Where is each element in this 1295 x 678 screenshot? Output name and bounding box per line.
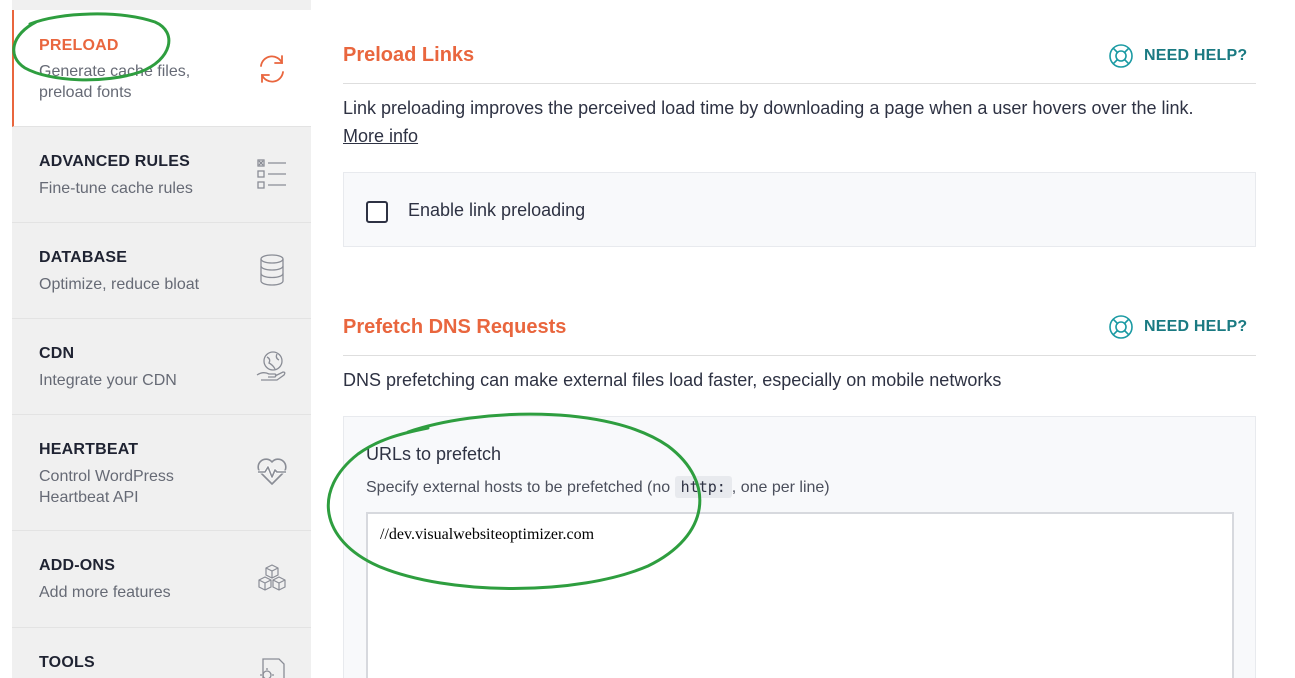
sidebar-item-subtitle: Add more features: [39, 584, 171, 601]
sidebar-item-title: CDN: [39, 345, 75, 362]
need-help-label: NEED HELP?: [1144, 47, 1248, 64]
urls-to-prefetch-label: URLs to prefetch: [366, 444, 502, 464]
sidebar-item-title: ADD-ONS: [39, 557, 116, 574]
sidebar-item-subtitle: Generate cache files, preload fonts: [39, 63, 191, 101]
enable-link-preloading-checkbox[interactable]: [366, 201, 388, 223]
more-info-link[interactable]: More info: [343, 126, 418, 146]
urls-to-prefetch-hint: Specify external hosts to be prefetched …: [366, 476, 830, 498]
sidebar-item-database[interactable]: DATABASE Optimize, reduce bloat: [12, 223, 311, 319]
database-icon: [255, 253, 289, 287]
sidebar: PRELOAD Generate cache files, preload fo…: [0, 0, 311, 678]
need-help-button-prefetch-dns[interactable]: NEED HELP?: [1108, 314, 1247, 340]
lifebuoy-icon: [1109, 315, 1133, 339]
sidebar-item-title: DATABASE: [39, 249, 128, 266]
sidebar-item-title: ADVANCED RULES: [39, 153, 190, 170]
sidebar-item-preload[interactable]: PRELOAD Generate cache files, preload fo…: [12, 10, 311, 127]
section-divider: [343, 355, 1256, 356]
preload-links-description: Link preloading improves the perceived l…: [343, 98, 1194, 118]
section-title-prefetch-dns: Prefetch DNS Requests: [343, 316, 567, 338]
sidebar-item-add-ons[interactable]: ADD-ONS Add more features: [12, 531, 311, 628]
section-description: Link preloading improves the perceived l…: [343, 94, 1243, 150]
enable-link-preloading-label[interactable]: Enable link preloading: [408, 200, 585, 221]
sidebar-item-title: HEARTBEAT: [39, 441, 139, 458]
sidebar-item-title: TOOLS: [39, 654, 95, 671]
section-title-preload-links: Preload Links: [343, 44, 475, 66]
sidebar-item-advanced-rules[interactable]: ADVANCED RULES Fine-tune cache rules: [12, 127, 311, 223]
sidebar-item-subtitle: Optimize, reduce bloat: [39, 276, 200, 293]
cubes-icon: [255, 562, 289, 596]
enable-link-preloading-box: Enable link preloading: [343, 172, 1256, 247]
sidebar-item-subtitle: Integrate your CDN: [39, 372, 177, 389]
sidebar-item-cdn[interactable]: CDN Integrate your CDN: [12, 319, 311, 415]
sidebar-item-subtitle: Fine-tune cache rules: [39, 180, 193, 197]
hint-text-before: Specify external hosts to be prefetched …: [366, 479, 671, 496]
section-divider: [343, 83, 1256, 84]
urls-to-prefetch-box: URLs to prefetch Specify external hosts …: [343, 416, 1256, 678]
refresh-icon: [255, 52, 289, 86]
main-content: Preload Links NEED HELP? Link preloading…: [311, 0, 1295, 678]
sidebar-edge: [0, 0, 12, 678]
need-help-button-preload-links[interactable]: NEED HELP?: [1108, 43, 1247, 69]
prefetch-dns-description: DNS prefetching can make external files …: [343, 370, 1002, 390]
sidebar-item-subtitle: Control WordPress Heartbeat API: [39, 468, 174, 506]
need-help-label: NEED HELP?: [1144, 318, 1248, 335]
tools-gear-icon: [255, 656, 289, 678]
sidebar-item-tools[interactable]: TOOLS: [12, 628, 311, 678]
globe-hand-icon: [255, 349, 289, 383]
hint-text-after: , one per line): [731, 479, 830, 496]
checklist-icon: [255, 157, 289, 191]
sidebar-item-heartbeat[interactable]: HEARTBEAT Control WordPress Heartbeat AP…: [12, 415, 311, 531]
sidebar-item-title: PRELOAD: [39, 37, 119, 54]
hint-code: http:: [674, 476, 732, 498]
heartbeat-icon: [255, 454, 289, 488]
urls-to-prefetch-textarea[interactable]: //dev.visualwebsiteoptimizer.com: [366, 512, 1234, 678]
lifebuoy-icon: [1109, 44, 1133, 68]
